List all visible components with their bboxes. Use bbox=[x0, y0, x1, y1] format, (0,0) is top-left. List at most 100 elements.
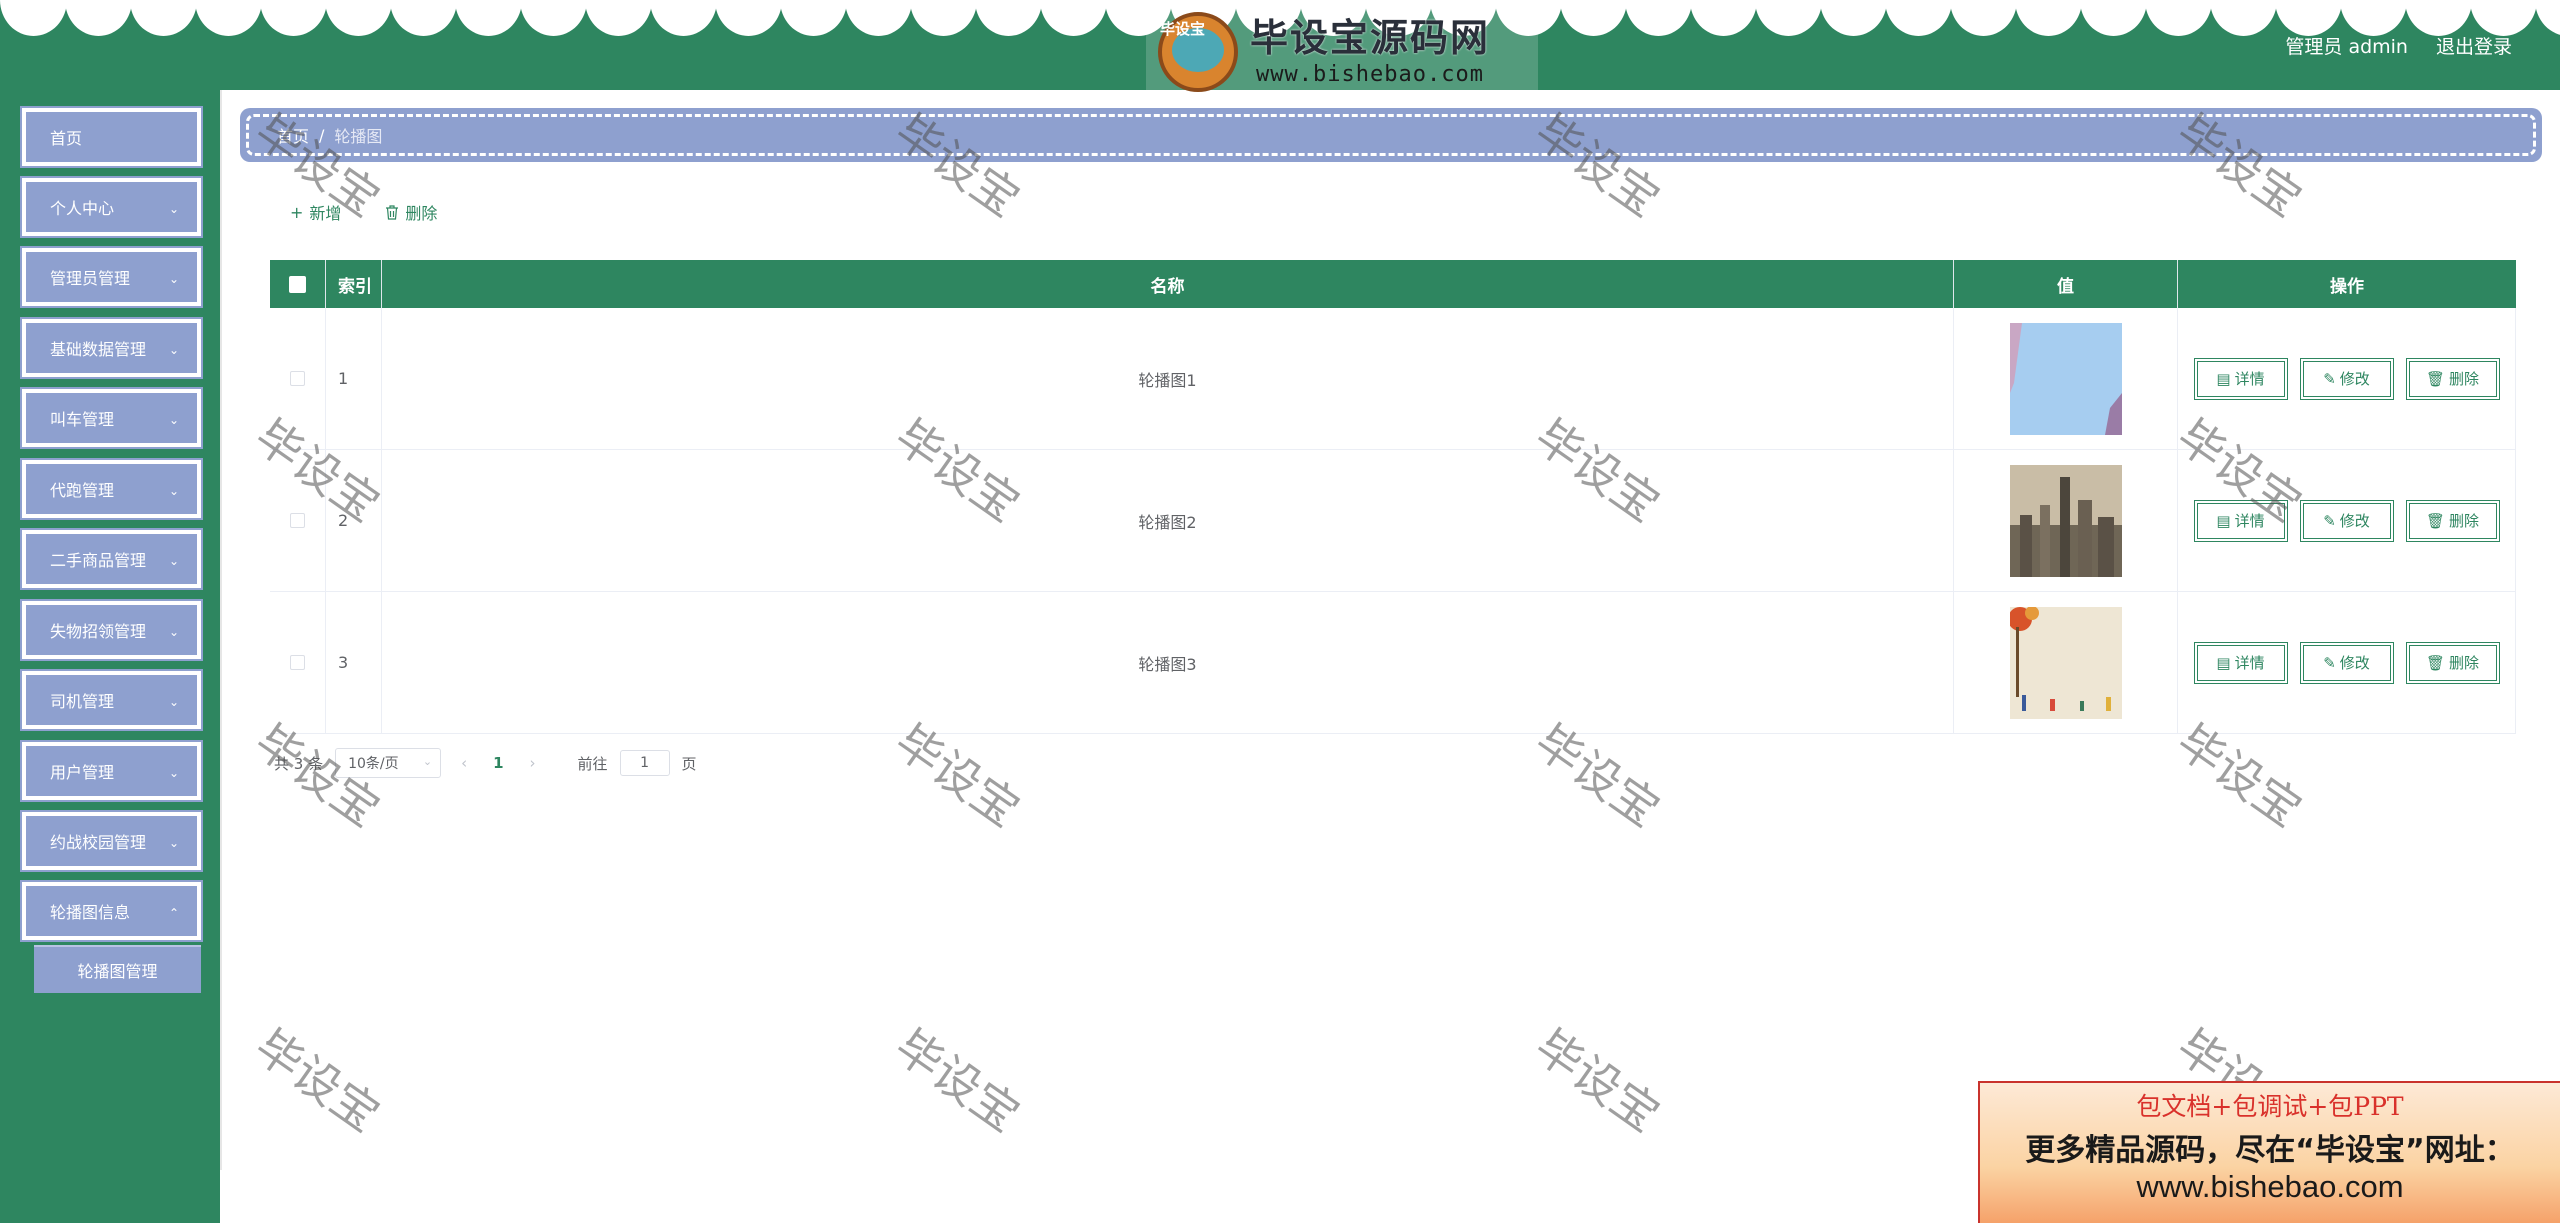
header-scallop bbox=[520, 0, 587, 36]
sidebar-item-lost-found[interactable]: 失物招领管理 ⌄ bbox=[20, 599, 203, 661]
sidebar-item-user-management[interactable]: 用户管理 ⌄ bbox=[20, 740, 203, 802]
header-scallop bbox=[260, 0, 327, 36]
header-scallop bbox=[585, 0, 652, 36]
table-header: 索引 名称 值 操作 bbox=[270, 260, 2516, 308]
chevron-down-icon: ⌄ bbox=[168, 413, 179, 427]
header-scallop bbox=[2080, 0, 2147, 36]
row-actions: ▤ 详情 ✎ 修改 🗑 删除 bbox=[2178, 308, 2516, 449]
header-scallop bbox=[2145, 0, 2212, 36]
breadcrumb: 首页 / 轮播图 bbox=[240, 108, 2542, 162]
page-suffix: 页 bbox=[681, 754, 697, 773]
document-icon: ▤ bbox=[2216, 653, 2231, 672]
breadcrumb-home[interactable]: 首页 bbox=[277, 123, 309, 147]
header-scallop bbox=[65, 0, 132, 36]
delete-button[interactable]: 删除 bbox=[385, 200, 437, 224]
city-image[interactable] bbox=[2009, 464, 2122, 577]
chevron-down-icon: ⌄ bbox=[168, 695, 179, 709]
edit-button[interactable]: ✎ 修改 bbox=[2299, 357, 2394, 400]
page-size-select[interactable]: 10条/页 ⌄ bbox=[335, 748, 442, 778]
autumn-image[interactable] bbox=[2009, 606, 2122, 719]
sidebar-item-secondhand-management[interactable]: 二手商品管理 ⌄ bbox=[20, 528, 203, 590]
add-button[interactable]: + 新增 bbox=[290, 200, 341, 224]
toolbar: + 新增 删除 bbox=[290, 200, 437, 224]
sidebar-item-label: 叫车管理 bbox=[50, 410, 115, 429]
column-header-value: 值 bbox=[1954, 260, 2178, 308]
row-delete-button[interactable]: 🗑 删除 bbox=[2405, 641, 2500, 684]
plus-icon: + bbox=[290, 202, 304, 222]
pagination: 共 3 条 10条/页 ⌄ ‹ 1 › 前往 页 bbox=[274, 748, 697, 778]
row-delete-button[interactable]: 🗑 删除 bbox=[2405, 357, 2500, 400]
sidebar-item-carousel-info[interactable]: 轮播图信息 ⌃ bbox=[20, 880, 203, 942]
delete-label: 删除 bbox=[2449, 370, 2480, 388]
logout-button[interactable]: 退出登录 bbox=[2436, 32, 2512, 59]
row-checkbox[interactable] bbox=[270, 450, 326, 591]
breadcrumb-current: 轮播图 bbox=[334, 127, 383, 146]
pencil-icon: ✎ bbox=[2323, 653, 2336, 672]
sidebar: 首页 个人中心 ⌄ 管理员管理 ⌄ 基础数据管理 ⌄ 叫车管理 ⌄ 代跑管理 ⌄ 二手商品… bbox=[0, 90, 220, 1223]
header-scallop bbox=[1040, 0, 1107, 36]
admin-user-label: 管理员 admin bbox=[2285, 36, 2408, 58]
promo-banner[interactable]: 包文档+包调试+包PPT 更多精品源码，尽在“毕设宝”网址： www.bishe… bbox=[1978, 1081, 2560, 1223]
watermark-text: 毕设宝 bbox=[885, 1018, 1030, 1143]
header-scallop bbox=[1820, 0, 1887, 36]
sidebar-item-errand-management[interactable]: 代跑管理 ⌄ bbox=[20, 458, 203, 520]
chevron-up-icon: ⌃ bbox=[168, 906, 179, 920]
chevron-down-icon: ⌄ bbox=[168, 554, 179, 568]
edit-button[interactable]: ✎ 修改 bbox=[2299, 499, 2394, 542]
prev-page-button[interactable]: ‹ bbox=[453, 754, 475, 772]
select-all-checkbox[interactable] bbox=[270, 260, 326, 308]
sidebar-item-admin-management[interactable]: 管理员管理 ⌄ bbox=[20, 246, 203, 308]
promo-line-1: 包文档+包调试+包PPT bbox=[2136, 1092, 2404, 1121]
header-scallop bbox=[2340, 0, 2407, 36]
row-name: 轮播图3 bbox=[382, 592, 1954, 733]
header-scallop bbox=[650, 0, 717, 36]
table-row: 2 轮播图2 ▤ 详情 ✎ 修改 🗑 删除 bbox=[270, 450, 2516, 592]
row-image-cell bbox=[1954, 308, 2178, 449]
header-scallop bbox=[0, 0, 67, 36]
sidebar-item-label: 轮播图信息 bbox=[50, 903, 131, 922]
sidebar-item-label: 司机管理 bbox=[50, 692, 115, 711]
sidebar-item-basic-data[interactable]: 基础数据管理 ⌄ bbox=[20, 317, 203, 379]
header-scallop bbox=[2210, 0, 2277, 36]
column-header-index: 索引 bbox=[326, 260, 382, 308]
sidebar-item-home[interactable]: 首页 bbox=[20, 106, 203, 168]
header-scallop bbox=[1950, 0, 2017, 36]
goto-page-input[interactable] bbox=[619, 750, 670, 776]
current-page-number[interactable]: 1 bbox=[487, 754, 509, 772]
detail-button[interactable]: ▤ 详情 bbox=[2193, 641, 2288, 684]
row-image-cell bbox=[1954, 450, 2178, 591]
row-actions: ▤ 详情 ✎ 修改 🗑 删除 bbox=[2178, 592, 2516, 733]
edit-button[interactable]: ✎ 修改 bbox=[2299, 641, 2394, 684]
header-scallop bbox=[325, 0, 392, 36]
detail-button[interactable]: ▤ 详情 bbox=[2193, 357, 2288, 400]
next-page-button[interactable]: › bbox=[522, 754, 544, 772]
sidebar-item-label: 二手商品管理 bbox=[50, 551, 147, 570]
header-scallop bbox=[455, 0, 522, 36]
sidebar-item-driver-management[interactable]: 司机管理 ⌄ bbox=[20, 669, 203, 731]
header-scallop bbox=[780, 0, 847, 36]
row-index: 3 bbox=[326, 592, 382, 733]
trash-icon: 🗑 bbox=[2425, 653, 2446, 672]
sky-image[interactable] bbox=[2009, 322, 2122, 435]
sidebar-item-taxi-management[interactable]: 叫车管理 ⌄ bbox=[20, 387, 203, 449]
trash-icon bbox=[386, 204, 399, 220]
chevron-down-icon: ⌄ bbox=[168, 272, 179, 286]
edit-label: 修改 bbox=[2339, 512, 2370, 530]
sidebar-item-label: 个人中心 bbox=[50, 199, 115, 218]
edit-label: 修改 bbox=[2339, 654, 2370, 672]
sidebar-subitem-carousel-management[interactable]: 轮播图管理 bbox=[34, 945, 201, 993]
detail-button[interactable]: ▤ 详情 bbox=[2193, 499, 2288, 542]
row-delete-button[interactable]: 🗑 删除 bbox=[2405, 499, 2500, 542]
sidebar-item-personal-center[interactable]: 个人中心 ⌄ bbox=[20, 176, 203, 238]
row-index: 1 bbox=[326, 308, 382, 449]
page-size-value: 10条/页 bbox=[348, 756, 399, 772]
row-checkbox[interactable] bbox=[270, 308, 326, 449]
row-checkbox[interactable] bbox=[270, 592, 326, 733]
row-actions: ▤ 详情 ✎ 修改 🗑 删除 bbox=[2178, 450, 2516, 591]
sidebar-item-campus-battle[interactable]: 约战校园管理 ⌄ bbox=[20, 810, 203, 872]
sidebar-item-label: 首页 bbox=[50, 129, 83, 148]
header-scallop bbox=[1690, 0, 1757, 36]
sidebar-item-label: 管理员管理 bbox=[50, 269, 131, 288]
watermark-text: 毕设宝 bbox=[245, 1018, 390, 1143]
header-scallop bbox=[845, 0, 912, 36]
